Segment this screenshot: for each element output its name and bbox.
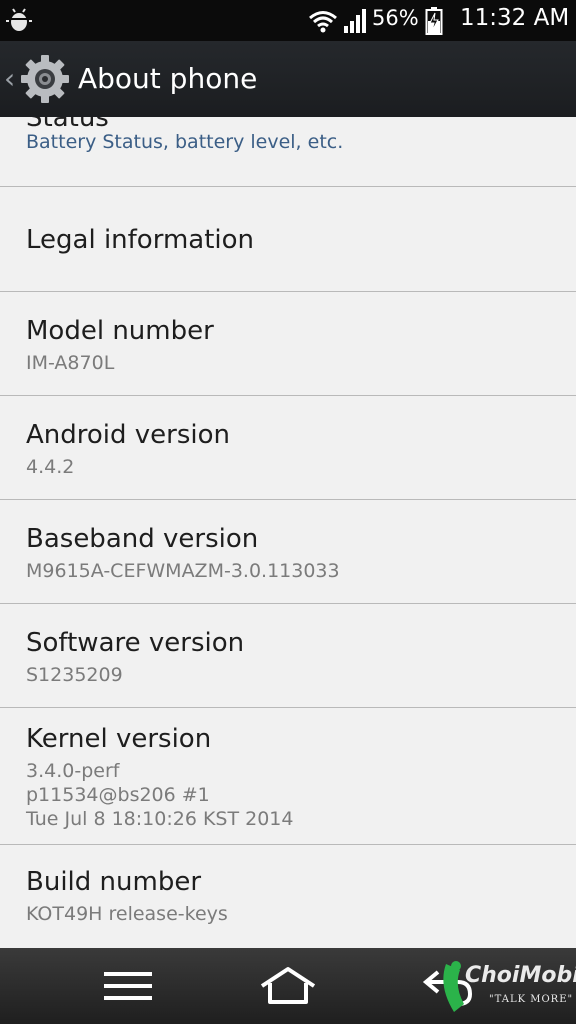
list-item-build-number[interactable]: Build number KOT49H release-keys (0, 845, 576, 948)
up-caret-icon[interactable]: ‹ (4, 62, 15, 95)
item-summary: M9615A-CEFWMAZM-3.0.113033 (26, 560, 340, 582)
list-item-model-number[interactable]: Model number IM-A870L (0, 292, 576, 395)
item-title: Model number (26, 316, 214, 346)
item-summary-line: p11534@bs206 #1 (26, 784, 210, 806)
settings-gear-icon[interactable] (19, 53, 71, 105)
wifi-icon (309, 11, 337, 33)
item-summary-line: 3.4.0-perf (26, 760, 120, 782)
debug-bug-icon (6, 8, 32, 31)
signal-icon (344, 9, 366, 33)
list-item-software-version[interactable]: Software version S1235209 (0, 604, 576, 707)
list-item-baseband-version[interactable]: Baseband version M9615A-CEFWMAZM-3.0.113… (0, 500, 576, 603)
watermark-text: ChoiMobile (465, 963, 576, 988)
item-title: Android version (26, 420, 231, 450)
item-title: Build number (26, 867, 202, 897)
item-summary: Battery Status, battery level, etc. (26, 131, 344, 153)
watermark-tagline: "TALK MORE" (489, 994, 574, 1005)
list-item-legal-information[interactable]: Legal information (0, 187, 576, 291)
menu-icon[interactable] (104, 970, 152, 1002)
item-title: Kernel version (26, 724, 212, 754)
item-title: Baseband version (26, 524, 259, 554)
home-icon[interactable] (258, 966, 318, 1006)
list-item-status[interactable]: Status Battery Status, battery level, et… (0, 117, 576, 187)
action-bar: ‹ About phone (0, 41, 576, 117)
battery-charging-icon (425, 7, 443, 35)
item-summary: KOT49H release-keys (26, 903, 228, 925)
page-title: About phone (78, 62, 258, 95)
list-item-android-version[interactable]: Android version 4.4.2 (0, 396, 576, 499)
list-item-kernel-version[interactable]: Kernel version 3.4.0-perf p11534@bs206 #… (0, 708, 576, 844)
item-summary: IM-A870L (26, 352, 115, 374)
status-bar: 56% 11:32 AM (0, 0, 576, 41)
item-summary: S1235209 (26, 664, 123, 686)
clock: 11:32 AM (460, 5, 570, 31)
item-title: Software version (26, 628, 245, 658)
battery-percent: 56% (372, 6, 419, 30)
about-phone-list: Status Battery Status, battery level, et… (0, 117, 576, 948)
item-title: Legal information (26, 225, 255, 255)
item-summary-line: Tue Jul 8 18:10:26 KST 2014 (26, 808, 294, 830)
item-summary: 4.4.2 (26, 456, 75, 478)
navigation-bar: ChoiMobile "TALK MORE" (0, 948, 576, 1024)
